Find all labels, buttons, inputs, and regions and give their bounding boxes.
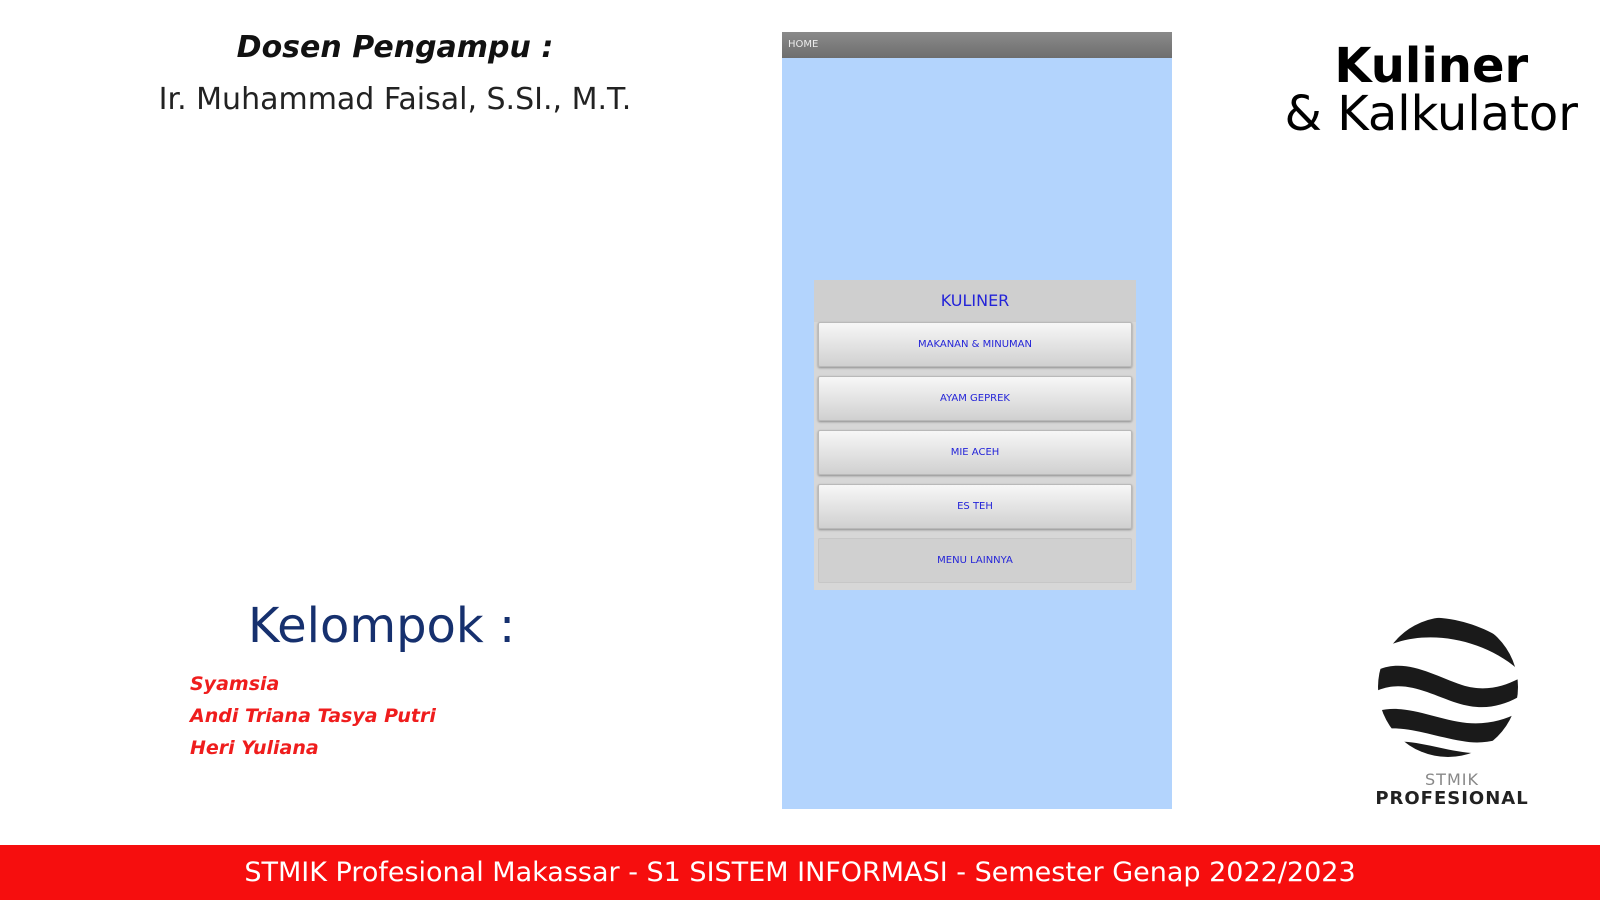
- ayam-geprek-button[interactable]: AYAM GEPREK: [818, 376, 1132, 421]
- app-title-line1: Kuliner: [1334, 38, 1529, 94]
- member-name: Heri Yuliana: [190, 737, 319, 759]
- stmik-logo-icon: [1378, 617, 1518, 757]
- phone-title-bar: HOME: [782, 32, 1172, 58]
- phone-screen: HOME KULINER MAKANAN & MINUMAN AYAM GEPR…: [782, 32, 1172, 809]
- menu-lainnya-button[interactable]: MENU LAINNYA: [818, 538, 1132, 583]
- kuliner-menu-panel: KULINER MAKANAN & MINUMAN AYAM GEPREK MI…: [814, 280, 1136, 590]
- dosen-name: Ir. Muhammad Faisal, S.SI., M.T.: [158, 82, 632, 117]
- menu-title: KULINER: [814, 280, 1136, 322]
- es-teh-button[interactable]: ES TEH: [818, 484, 1132, 529]
- member-name: Syamsia: [190, 673, 280, 695]
- dosen-pengampu-heading: Dosen Pengampu :: [236, 30, 554, 65]
- logo-text-profesional: PROFESIONAL: [1375, 788, 1529, 809]
- mie-aceh-button[interactable]: MIE ACEH: [818, 430, 1132, 475]
- app-title: Kuliner & Kalkulator: [1285, 42, 1578, 138]
- kelompok-heading: Kelompok :: [248, 598, 516, 654]
- member-list: Syamsia Andi Triana Tasya Putri Heri Yul…: [190, 668, 436, 764]
- makanan-minuman-button[interactable]: MAKANAN & MINUMAN: [818, 322, 1132, 367]
- stmik-logo: STMIK PROFESIONAL: [1372, 615, 1532, 815]
- member-name: Andi Triana Tasya Putri: [190, 705, 436, 727]
- logo-text-stmik: STMIK: [1425, 770, 1479, 789]
- app-title-line2: & Kalkulator: [1284, 86, 1578, 142]
- footer-banner: STMIK Profesional Makassar - S1 SISTEM I…: [0, 845, 1600, 900]
